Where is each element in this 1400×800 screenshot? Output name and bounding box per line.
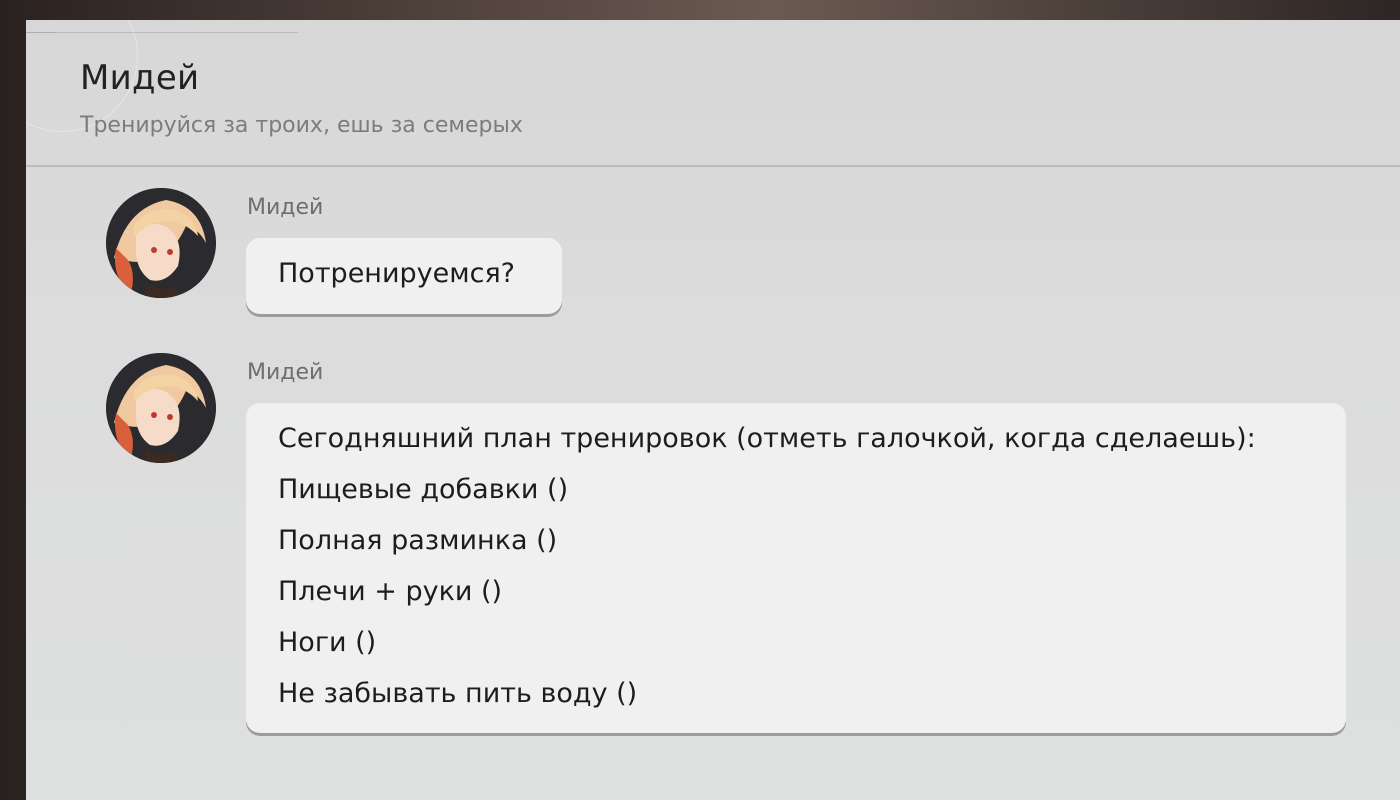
checklist-item: Плечи + руки (): [278, 576, 503, 607]
message-bubble[interactable]: Потренируемся?: [246, 238, 562, 314]
message-text: Потренируемся?: [278, 258, 516, 289]
checklist-item: Не забывать пить воду (): [278, 678, 638, 709]
chat-title: Мидей: [80, 58, 200, 98]
message-bubble[interactable]: Сегодняшний план тренировок (отметь гало…: [246, 403, 1346, 733]
character-portrait-icon: [106, 353, 216, 463]
avatar[interactable]: [106, 353, 216, 463]
character-portrait-icon: [106, 188, 216, 298]
chat-panel: Мидей Тренируйся за троих, ешь за семеры…: [26, 20, 1400, 800]
checklist-item: Полная разминка (): [278, 525, 558, 556]
message-text-line: Сегодняшний план тренировок (отметь гало…: [278, 423, 1256, 454]
header-divider: [26, 165, 1400, 167]
avatar[interactable]: [106, 188, 216, 298]
checklist-item: Ноги (): [278, 627, 377, 658]
sender-name: Мидей: [247, 195, 324, 220]
chat-header: Мидей Тренируйся за троих, ешь за семеры…: [26, 20, 1400, 166]
chat-subtitle: Тренируйся за троих, ешь за семерых: [80, 113, 523, 138]
checklist-item: Пищевые добавки (): [278, 474, 569, 505]
sender-name: Мидей: [247, 360, 324, 385]
